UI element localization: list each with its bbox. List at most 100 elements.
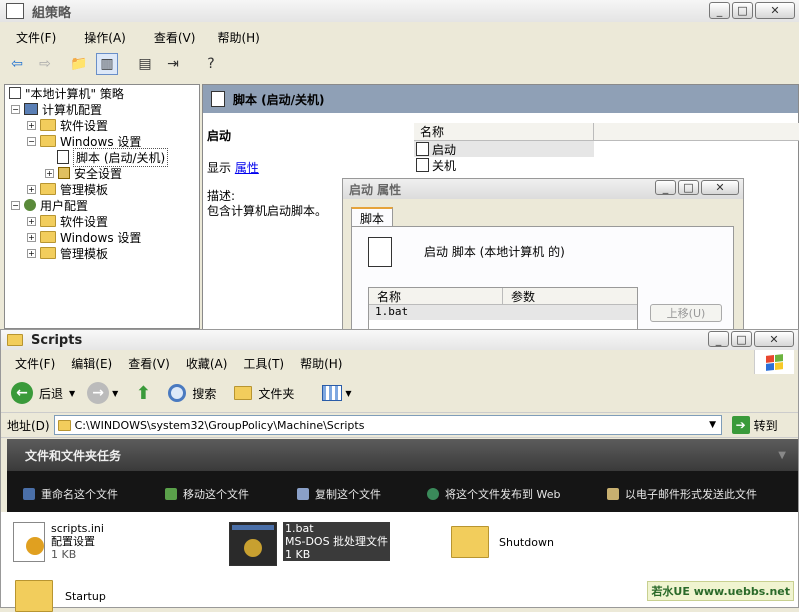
folder-shutdown[interactable]: Shutdown	[451, 526, 554, 558]
tree-computer-config[interactable]: − 计算机配置	[11, 101, 102, 117]
menu-file[interactable]: 文件(F)	[7, 355, 63, 372]
address-label: 地址(D)	[7, 418, 50, 433]
script-row[interactable]: 1.bat	[369, 305, 637, 320]
move-up-button[interactable]: 上移(U)	[650, 304, 722, 322]
up-folder-icon[interactable]: ⬆	[132, 382, 154, 404]
chevron-down-icon: ▼	[345, 388, 352, 398]
show-label: 显示	[207, 161, 232, 175]
file-view: scripts.ini 配置设置 1 KB 1.bat MS-DOS 批处理文件 1 K…	[1, 512, 798, 612]
folder-icon	[451, 526, 489, 558]
tab-scripts[interactable]: 脚本	[351, 207, 394, 227]
tree-admin-templates[interactable]: + 管理模板	[27, 181, 108, 197]
folder-open-icon	[40, 135, 56, 147]
watermark: 若水UE www.uebbs.net	[647, 581, 794, 601]
list-item-startup[interactable]: 启动	[414, 141, 594, 157]
col-params-header[interactable]: 参数	[503, 288, 535, 304]
folder-icon	[40, 247, 56, 259]
task-copy[interactable]: 复制这个文件	[297, 486, 381, 502]
folder-icon	[40, 215, 56, 227]
file-1-bat[interactable]: 1.bat MS-DOS 批处理文件 1 KB	[229, 522, 391, 566]
export-list-icon[interactable]: ⇥	[162, 53, 184, 75]
script-icon	[416, 158, 429, 172]
back-button[interactable]: ← 后退 ▼	[11, 382, 75, 404]
menu-tools[interactable]: 工具(T)	[235, 355, 292, 372]
menu-help[interactable]: 帮助(H)	[292, 355, 350, 372]
properties-link[interactable]: 属性	[235, 161, 259, 175]
folder-startup[interactable]: Startup	[15, 580, 106, 612]
views-icon	[322, 385, 343, 401]
desc-text: 包含计算机启动脚本。	[207, 204, 328, 218]
dialog-title-bar: 启动 属性 _ □ ✕	[343, 179, 743, 199]
explorer-title: Scripts	[31, 332, 83, 348]
back-arrow-icon[interactable]: ⇦	[6, 53, 28, 75]
task-email[interactable]: 以电子邮件形式发送此文件	[607, 486, 757, 502]
properties-icon[interactable]: ▤	[134, 53, 156, 75]
maximize-button[interactable]: □	[732, 2, 753, 19]
col-name-header[interactable]: 名称	[369, 288, 503, 304]
gp-title: 組策略	[32, 5, 72, 21]
tree-root[interactable]: "本地计算机" 策略	[9, 85, 124, 101]
chevron-down-icon[interactable]: ▼	[705, 420, 721, 430]
tree-user-admin[interactable]: + 管理模板	[27, 245, 108, 261]
script-list: 名称 参数 1.bat	[368, 287, 638, 332]
task-rename[interactable]: 重命名这个文件	[23, 486, 118, 502]
startup-properties-dialog: 启动 属性 _ □ ✕ 脚本 启动 脚本 (本地计算机 的) 名称 参数 1.b…	[342, 178, 744, 332]
start-heading: 启动	[207, 129, 232, 143]
forward-button[interactable]: → ▼	[87, 382, 118, 404]
globe-icon	[427, 488, 439, 500]
go-arrow-icon: ➔	[731, 416, 750, 434]
windows-logo-icon	[754, 350, 794, 374]
collapse-icon[interactable]: ▼	[778, 450, 786, 461]
search-button[interactable]: 搜索	[168, 384, 216, 402]
file-scripts-ini[interactable]: scripts.ini 配置设置 1 KB	[13, 522, 104, 562]
close-button[interactable]: ✕	[755, 2, 795, 19]
folders-button[interactable]: 文件夹	[234, 385, 294, 402]
tree-user-config[interactable]: − 用户配置	[11, 197, 88, 213]
minimize-button[interactable]: _	[655, 180, 676, 195]
task-panel-header[interactable]: 文件和文件夹任务 ▼	[7, 439, 798, 471]
folder-icon	[40, 231, 56, 243]
security-icon	[58, 167, 70, 179]
forward-arrow-icon[interactable]: ⇨	[34, 53, 56, 75]
tab-panel: 启动 脚本 (本地计算机 的) 名称 参数 1.bat 上移(U)	[351, 226, 734, 332]
name-column-header[interactable]: 名称	[414, 123, 799, 141]
minimize-button[interactable]: _	[708, 331, 729, 347]
maximize-button[interactable]: □	[731, 331, 752, 347]
policy-icon	[9, 87, 21, 99]
list-item-shutdown[interactable]: 关机	[414, 157, 799, 173]
gp-title-bar: 組策略 _ □ ✕	[0, 0, 799, 22]
views-button[interactable]: ▼	[322, 385, 352, 401]
tree-user-software[interactable]: + 软件设置	[27, 213, 108, 229]
menu-favorites[interactable]: 收藏(A)	[178, 355, 236, 372]
close-button[interactable]: ✕	[754, 331, 794, 347]
tree-security-settings[interactable]: + 安全设置	[45, 165, 122, 181]
folder-icon	[40, 119, 56, 131]
menu-action[interactable]: 操作(A)	[76, 29, 134, 46]
menu-help[interactable]: 帮助(H)	[209, 29, 267, 46]
tree-software-settings[interactable]: + 软件设置	[27, 117, 108, 133]
user-icon	[24, 199, 36, 211]
tree-user-windows[interactable]: + Windows 设置	[27, 229, 141, 245]
forward-arrow-icon: →	[87, 382, 110, 404]
task-move[interactable]: 移动这个文件	[165, 486, 249, 502]
go-button[interactable]: ➔ 转到	[731, 416, 778, 434]
policy-tree: "本地计算机" 策略 − 计算机配置 + 软件设置 − Windows 设置 脚本 (…	[4, 84, 200, 329]
show-hide-tree-icon[interactable]: ▥	[96, 53, 118, 75]
chevron-down-icon: ▼	[112, 388, 119, 398]
folder-icon	[7, 334, 23, 346]
minimize-button[interactable]: _	[709, 2, 730, 19]
menu-edit[interactable]: 编辑(E)	[63, 355, 120, 372]
menu-view[interactable]: 查看(V)	[120, 355, 178, 372]
address-input[interactable]: C:\WINDOWS\system32\GroupPolicy\Machine\…	[53, 415, 722, 435]
menu-file[interactable]: 文件(F)	[8, 29, 64, 46]
explorer-window: Scripts _ □ ✕ 文件(F) 编辑(E) 查看(V) 收藏(A) 工具…	[0, 329, 799, 612]
help-icon[interactable]: ?	[200, 53, 222, 75]
tree-scripts[interactable]: 脚本 (启动/关机)	[57, 147, 169, 167]
close-button[interactable]: ✕	[701, 180, 739, 195]
menu-view[interactable]: 查看(V)	[146, 29, 204, 46]
up-folder-icon[interactable]: 📁	[68, 53, 90, 75]
folder-icon	[234, 386, 253, 400]
maximize-button[interactable]: □	[678, 180, 699, 195]
task-publish-web[interactable]: 将这个文件发布到 Web	[427, 486, 560, 502]
search-icon	[168, 384, 187, 402]
